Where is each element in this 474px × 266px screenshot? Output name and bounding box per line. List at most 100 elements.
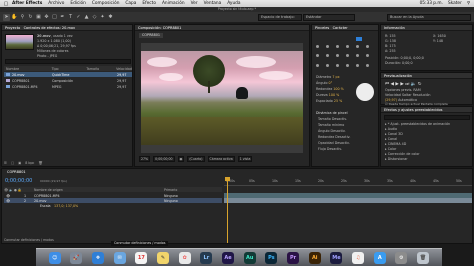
effect-category[interactable]: ▸ Canal: [385, 137, 397, 141]
view-select[interactable]: Cámara activa: [207, 156, 235, 162]
effect-category[interactable]: ▸ Corrección de color: [385, 152, 420, 156]
menu-ayuda[interactable]: Ayuda: [227, 1, 240, 6]
apple-icon[interactable]: : [0, 1, 12, 7]
effects-panel-header[interactable]: Efectos y ajustes preestablecidos: [381, 107, 472, 113]
footage-frame[interactable]: [141, 51, 303, 145]
effects-search-input[interactable]: [384, 115, 470, 120]
menu-capa[interactable]: Capa: [125, 1, 136, 6]
playhead[interactable]: [227, 177, 228, 243]
new-folder-icon[interactable]: □: [11, 161, 14, 165]
last-frame-icon[interactable]: ⏭: [405, 82, 409, 87]
audition-icon[interactable]: Au: [243, 251, 256, 264]
toggle-switches-modes[interactable]: Conmutar definiciones / modos: [4, 238, 54, 242]
workspace-select[interactable]: Estándar: [303, 14, 355, 21]
info-panel-header[interactable]: Información: [381, 25, 472, 31]
illustrator-icon[interactable]: Ai: [308, 251, 321, 264]
angle-value[interactable]: 0°: [329, 81, 333, 85]
menu-animacion[interactable]: Animación: [162, 1, 185, 6]
notes-icon[interactable]: ✎: [157, 251, 170, 264]
rotate-tool-icon[interactable]: ↻: [27, 14, 34, 21]
bit-depth[interactable]: 8 bpc: [25, 161, 34, 165]
effect-category[interactable]: ▸ Distorsionar: [385, 157, 408, 161]
premiere-icon[interactable]: Pr: [287, 251, 300, 264]
effect-category[interactable]: ▸ CINEMA 4D: [385, 142, 406, 146]
photos-icon[interactable]: ✿: [178, 251, 191, 264]
timeline-tab[interactable]: COPR8801: [4, 169, 29, 175]
dyn-value[interactable]: Desactiv.: [335, 135, 350, 139]
project-item[interactable]: COPR8801.MP4 MPEG 29,97: [4, 84, 132, 89]
tab-effect-controls[interactable]: Controles de efectos: 20.mov: [24, 26, 76, 30]
tab-brushes[interactable]: Pinceles: [315, 26, 329, 30]
col-name[interactable]: Nombre: [4, 67, 52, 71]
project-item[interactable]: 20.mov QuickTime 29,97: [4, 72, 132, 77]
trash-icon[interactable]: 🗑: [417, 251, 430, 264]
effect-category[interactable]: ▸ Canal 3D: [385, 132, 403, 136]
layer-parent-select[interactable]: Ninguno: [164, 194, 178, 198]
lightroom-icon[interactable]: Lr: [200, 251, 213, 264]
new-comp-icon[interactable]: ▣: [18, 161, 21, 165]
col-parent[interactable]: Primario: [164, 188, 177, 192]
dyn-row[interactable]: Redondez Desactiv.: [318, 135, 350, 139]
menu-edicion[interactable]: Edición: [70, 1, 86, 6]
itunes-icon[interactable]: ♫: [352, 251, 365, 264]
dyn-row[interactable]: Flujo Desactiv.: [318, 147, 342, 151]
play-icon[interactable]: ▶: [395, 82, 398, 87]
views-select[interactable]: 1 vista: [237, 156, 253, 162]
dyn-row[interactable]: Opacidad Desactiv.: [318, 141, 350, 145]
safari-icon[interactable]: ❖: [92, 251, 105, 264]
dyn-value[interactable]: Desactiv.: [327, 147, 342, 151]
text-tool-icon[interactable]: T: [67, 14, 74, 21]
after-effects-icon[interactable]: Ae: [222, 251, 235, 264]
system-preferences-icon[interactable]: ⚙: [395, 251, 408, 264]
menu-efecto[interactable]: Efecto: [142, 1, 156, 6]
stamp-tool-icon[interactable]: ▲: [83, 14, 90, 21]
time-ruler[interactable]: 0:00s 05s 10s 15s 20s 25s 30s 35s 40s 45…: [224, 177, 472, 186]
scale-property-row[interactable]: Escala 137,0; 137,0%: [4, 203, 222, 208]
rectangle-tool-icon[interactable]: □: [51, 14, 58, 21]
app-menu[interactable]: After Effects: [12, 1, 42, 6]
menu-ventana[interactable]: Ventana: [204, 1, 222, 6]
layer-parent-select[interactable]: Ninguno: [164, 199, 178, 203]
help-search-input[interactable]: Buscar en la Ayuda: [387, 14, 471, 21]
brush-color-swatch[interactable]: [356, 37, 362, 41]
scale-value[interactable]: 137,0; 137,0%: [54, 204, 78, 208]
diameter-value[interactable]: 7 px: [332, 75, 339, 79]
calendar-icon[interactable]: 17: [135, 251, 148, 264]
selection-tool-icon[interactable]: ➤: [3, 13, 10, 21]
preview-panel-header[interactable]: Previsualización: [381, 73, 472, 79]
quality-select[interactable]: (Cuarto): [187, 156, 205, 162]
project-item[interactable]: COPR8801 Composición 29,97: [4, 78, 132, 83]
project-search-input[interactable]: [5, 59, 131, 64]
timeline-timecode[interactable]: 0;00;00;00: [5, 178, 32, 184]
dyn-value[interactable]: Desactiv.: [335, 141, 350, 145]
menu-composicion[interactable]: Composición: [92, 1, 120, 6]
app-store-icon[interactable]: A: [373, 251, 386, 264]
roto-tool-icon[interactable]: ✦: [99, 14, 106, 21]
launchpad-icon[interactable]: 🚀: [70, 251, 83, 264]
audio-icon[interactable]: 🔈: [411, 82, 417, 87]
col-size[interactable]: Tamaño: [86, 67, 116, 71]
dyn-value[interactable]: Desactiv.: [332, 117, 347, 121]
zoom-select[interactable]: 27%: [139, 156, 151, 162]
pen-tool-icon[interactable]: ✒: [59, 14, 66, 21]
ram-preview-options[interactable]: Opciones previs. RAM: [385, 88, 421, 92]
brush-tool-icon[interactable]: ✓: [75, 14, 82, 21]
mail-icon[interactable]: ✉: [113, 251, 126, 264]
visibility-icon[interactable]: 👁: [4, 199, 24, 203]
col-fps[interactable]: Velocidad: [116, 67, 132, 71]
menu-ver[interactable]: Ver: [191, 1, 198, 6]
composition-panel-header[interactable]: Composición: COPR8801: [135, 25, 309, 31]
dyn-row[interactable]: Ángulo Desactiv.: [318, 129, 346, 133]
effect-category[interactable]: ▸ Audio: [385, 127, 397, 131]
eraser-tool-icon[interactable]: ◇: [91, 14, 98, 21]
composition-viewer[interactable]: [141, 43, 303, 153]
layer-bar[interactable]: [224, 198, 472, 203]
dyn-row[interactable]: Tamaño Desactiv.: [318, 117, 347, 121]
brushes-panel-header[interactable]: Pinceles Carácter: [312, 25, 378, 31]
puppet-tool-icon[interactable]: ✱: [107, 14, 114, 21]
col-source-name[interactable]: Nombre de origen: [34, 188, 164, 192]
effect-category[interactable]: ▸ * Ajust. preestablecidos de animación: [385, 122, 450, 126]
visibility-icon[interactable]: 👁: [4, 194, 24, 198]
media-encoder-icon[interactable]: Me: [330, 251, 343, 264]
project-panel-header[interactable]: Proyecto Controles de efectos: 20.mov: [2, 25, 132, 31]
